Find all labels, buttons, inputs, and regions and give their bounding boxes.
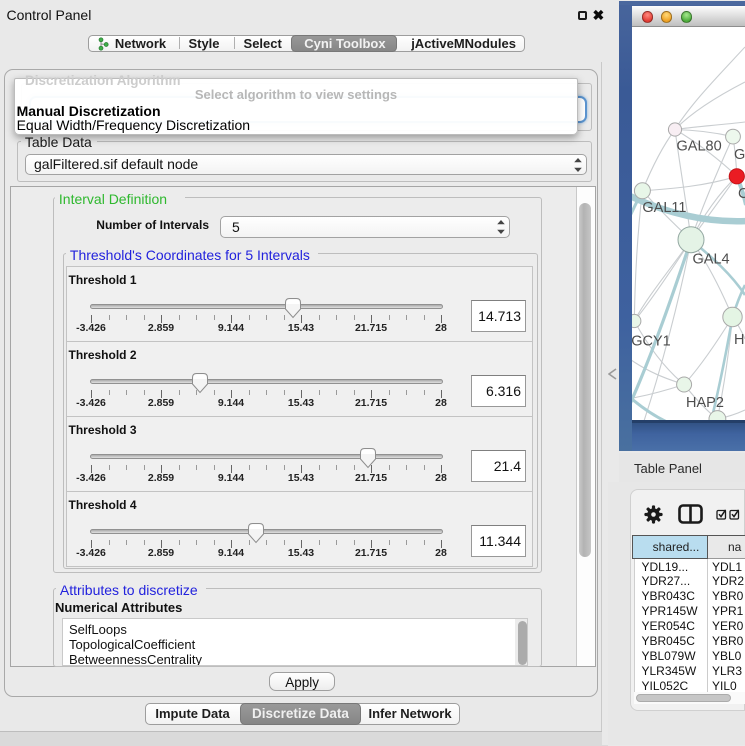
svg-text:C: C [738, 186, 745, 202]
svg-text:GA: GA [734, 147, 745, 163]
svg-text:HAP2: HAP2 [686, 395, 724, 411]
svg-text:GAL80: GAL80 [677, 139, 722, 155]
svg-text:GCY1: GCY1 [632, 334, 671, 350]
svg-text:GAL11: GAL11 [642, 200, 686, 216]
svg-text:H: H [734, 332, 744, 348]
svg-text:GAL4: GAL4 [693, 252, 730, 268]
